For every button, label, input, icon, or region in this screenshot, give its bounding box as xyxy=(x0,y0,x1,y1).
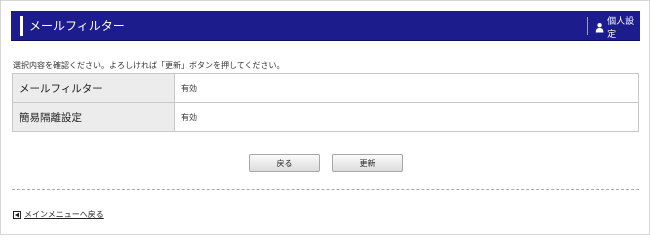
settings-table: メールフィルター 有効 簡易隔離設定 有効 xyxy=(12,73,639,132)
page-title: メールフィルター xyxy=(29,19,125,33)
page-frame: メールフィルター 個人設定 選択内容を確認ください。よろしければ「更新」ボタンを… xyxy=(0,0,650,235)
personal-settings-link[interactable]: 個人設定 xyxy=(595,17,640,40)
instruction-text: 選択内容を確認ください。よろしければ「更新」ボタンを押してください。 xyxy=(13,61,285,70)
row-label-mail-filter: メールフィルター xyxy=(12,73,175,103)
back-arrow-icon xyxy=(13,210,21,219)
dashed-divider xyxy=(12,189,639,190)
table-row: メールフィルター 有効 xyxy=(12,73,639,103)
table-row: 簡易隔離設定 有効 xyxy=(12,102,639,132)
back-button[interactable]: 戻る xyxy=(249,154,320,172)
update-button[interactable]: 更新 xyxy=(332,154,403,172)
main-menu-link[interactable]: メインメニューへ戻る xyxy=(13,209,104,220)
header-accent-bar xyxy=(20,16,23,36)
row-label-quarantine: 簡易隔離設定 xyxy=(12,102,175,132)
header-divider xyxy=(587,17,588,35)
page-header: メールフィルター 個人設定 xyxy=(11,11,640,41)
personal-settings-label: 個人設定 xyxy=(607,17,635,40)
row-value-quarantine: 有効 xyxy=(174,102,639,132)
person-icon xyxy=(595,22,604,33)
row-value-mail-filter: 有効 xyxy=(174,73,639,103)
main-menu-link-label: メインメニューへ戻る xyxy=(24,210,104,219)
